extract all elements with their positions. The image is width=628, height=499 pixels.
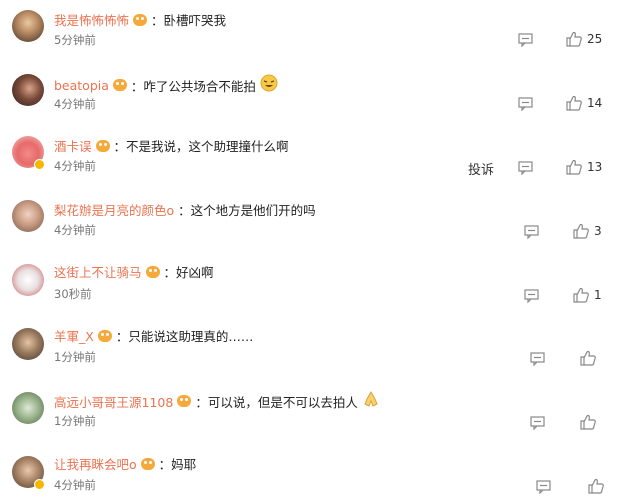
report-button[interactable]: 投诉 <box>468 159 494 178</box>
like-count: 13 <box>587 160 603 174</box>
comment-time: 4分钟前 <box>54 159 96 173</box>
thumbs-up-icon <box>580 350 596 366</box>
reply-icon <box>530 416 545 430</box>
reply-button[interactable] <box>530 352 545 366</box>
reply-icon <box>536 480 551 494</box>
avatar[interactable] <box>12 200 44 232</box>
reply-button[interactable] <box>530 416 545 430</box>
thumbs-up-icon <box>566 159 582 175</box>
fan-badge-icon <box>140 457 155 470</box>
comment-item: 梨花辦是月亮的颜色o ：这个地方是他们开的吗 4分钟前 3 <box>0 192 628 252</box>
reply-button[interactable] <box>518 97 533 111</box>
reply-button[interactable] <box>518 33 533 47</box>
username[interactable]: 我是怖怖怖怖 <box>54 10 129 29</box>
hands-emoji-icon <box>362 390 380 412</box>
fan-badge-icon <box>97 329 112 342</box>
comment-time: 1分钟前 <box>54 350 96 364</box>
like-button[interactable]: 25 <box>566 31 602 47</box>
avatar[interactable] <box>12 264 44 296</box>
reply-icon <box>518 97 533 111</box>
reply-icon <box>518 33 533 47</box>
reply-button[interactable] <box>536 480 551 494</box>
comment-item: 这街上不让骑马 ：好凶啊 30秒前 1 <box>0 256 628 316</box>
like-count: 1 <box>594 288 602 302</box>
like-button[interactable]: 1 <box>573 287 602 303</box>
comment-item: 羊軍_X ：只能说这助理真的…… 1分钟前 <box>0 320 628 380</box>
comment-text: ：可以说，但是不可以去拍人 <box>195 394 358 410</box>
reply-icon <box>524 225 539 239</box>
thumbs-up-icon <box>566 31 582 47</box>
reply-button[interactable] <box>524 225 539 239</box>
comment-text: ：卧槽吓哭我 <box>151 13 227 28</box>
fan-badge-icon <box>112 79 127 91</box>
username[interactable]: 高远小哥哥王源1108 <box>54 392 173 411</box>
comment-time: 4分钟前 <box>54 478 96 492</box>
comment-item: 我是怖怖怖怖 ：卧槽吓哭我 5分钟前 25 <box>0 0 628 60</box>
fan-badge-icon <box>133 13 148 26</box>
like-button[interactable] <box>580 350 601 366</box>
verified-badge-icon <box>34 159 45 170</box>
avatar[interactable] <box>12 392 44 424</box>
fan-badge-icon <box>177 395 192 407</box>
thumbs-up-icon <box>573 223 589 239</box>
comment-text: ：咋了公共场合不能拍 <box>130 78 256 94</box>
like-button[interactable]: 3 <box>573 223 602 239</box>
reply-icon <box>530 352 545 366</box>
thumbs-up-icon <box>580 414 596 430</box>
comment-time: 1分钟前 <box>54 414 96 428</box>
avatar[interactable] <box>12 328 44 360</box>
like-count: 3 <box>594 224 602 238</box>
like-button[interactable] <box>588 478 609 494</box>
avatar[interactable] <box>12 10 44 42</box>
like-button[interactable]: 14 <box>566 95 602 111</box>
comment-text: ：好凶啊 <box>163 265 214 280</box>
avatar[interactable] <box>12 74 44 106</box>
username[interactable]: 羊軍_X <box>54 326 94 345</box>
fan-badge-icon <box>145 265 160 278</box>
reply-button[interactable] <box>524 289 539 303</box>
reply-icon <box>524 289 539 303</box>
reply-button[interactable] <box>518 161 533 175</box>
comment-time: 4分钟前 <box>54 223 96 237</box>
username[interactable]: beatopia <box>54 78 109 93</box>
username[interactable]: 酒卡误 <box>54 136 92 155</box>
like-button[interactable]: 13 <box>566 159 602 175</box>
thumbs-up-icon <box>588 478 604 494</box>
laughing-emoji-icon <box>260 74 278 96</box>
verified-badge-icon <box>34 479 45 490</box>
like-count: 25 <box>587 32 603 46</box>
comment-item: beatopia ：咋了公共场合不能拍 4分钟前 14 <box>0 64 628 124</box>
comment-time: 5分钟前 <box>54 33 96 47</box>
comment-text: ：妈耶 <box>158 457 197 472</box>
like-button[interactable] <box>580 414 601 430</box>
reply-icon <box>518 161 533 175</box>
username[interactable]: 这街上不让骑马 <box>54 262 142 281</box>
like-count: 14 <box>587 96 603 110</box>
comment-text: ：不是我说，这个助理撞什么啊 <box>113 139 289 154</box>
comment-text: ：这个地方是他们开的吗 <box>178 203 316 218</box>
fan-badge-icon <box>95 139 110 152</box>
comment-item: 酒卡误 ：不是我说，这个助理撞什么啊 4分钟前 投诉 13 <box>0 128 628 188</box>
comment-time: 4分钟前 <box>54 97 96 111</box>
comment-item: 高远小哥哥王源1108 ：可以说，但是不可以去拍人 1分钟前 <box>0 384 628 444</box>
comment-item: 让我再眯会吧o ：妈耶 4分钟前 <box>0 448 628 499</box>
comment-text: ：只能说这助理真的…… <box>115 329 254 344</box>
comment-time: 30秒前 <box>54 287 92 301</box>
thumbs-up-icon <box>566 95 582 111</box>
username[interactable]: 让我再眯会吧o <box>54 454 137 473</box>
thumbs-up-icon <box>573 287 589 303</box>
username[interactable]: 梨花辦是月亮的颜色o <box>54 200 174 219</box>
